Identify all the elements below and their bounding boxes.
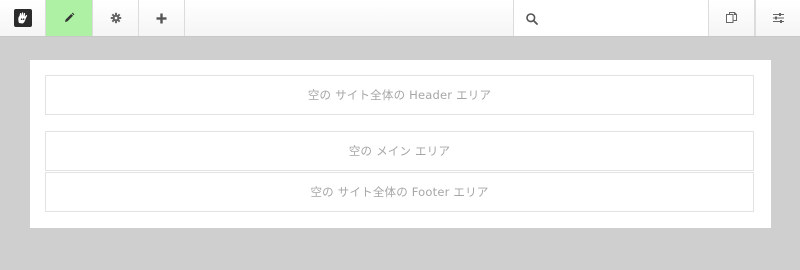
main-area[interactable]: 空の メイン エリア: [45, 131, 754, 171]
page-canvas: 空の サイト全体の Header エリア 空の メイン エリア 空の サイト全体…: [30, 60, 771, 228]
header-area-label: 空の サイト全体の Header エリア: [307, 88, 492, 102]
dashboard-options-button[interactable]: [755, 0, 800, 36]
plus-icon: [156, 9, 167, 28]
footer-area[interactable]: 空の サイト全体の Footer エリア: [45, 172, 754, 212]
header-area[interactable]: 空の サイト全体の Header エリア: [45, 75, 754, 115]
edit-toolbar: [0, 0, 800, 37]
search-icon: [525, 11, 539, 25]
add-block-button[interactable]: [139, 0, 185, 36]
edit-mode-button[interactable]: [46, 0, 93, 36]
page-settings-button[interactable]: [93, 0, 139, 36]
copy-pages-icon: [725, 9, 738, 28]
sitemap-button[interactable]: [709, 0, 755, 36]
gear-icon: [110, 9, 122, 28]
footer-area-label: 空の サイト全体の Footer エリア: [310, 185, 489, 199]
main-area-label: 空の メイン エリア: [348, 144, 451, 158]
search-box[interactable]: [513, 0, 709, 36]
logo-button[interactable]: [0, 0, 46, 36]
pencil-icon: [63, 9, 75, 28]
search-input[interactable]: [544, 8, 704, 30]
sliders-icon: [772, 9, 785, 28]
concrete5-logo-icon: [13, 9, 32, 27]
